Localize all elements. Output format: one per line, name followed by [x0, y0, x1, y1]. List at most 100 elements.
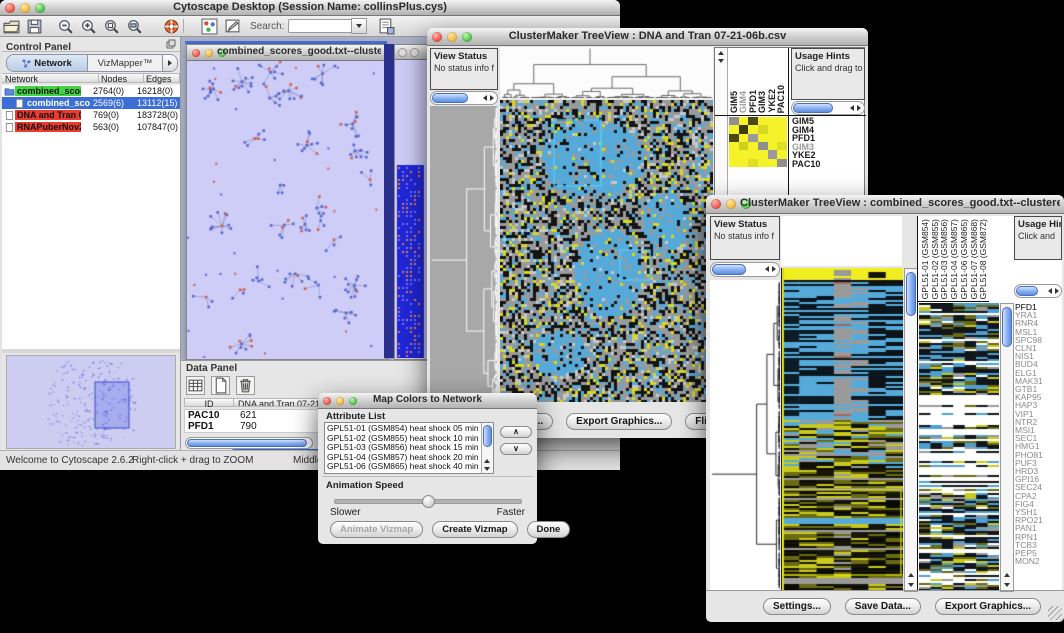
scroll-down-icon[interactable]	[718, 59, 724, 63]
panel-splitter[interactable]	[2, 349, 180, 353]
matrix-cell[interactable]	[739, 159, 749, 168]
attribute-browser-icon[interactable]	[378, 18, 395, 35]
zoom-out-icon[interactable]	[57, 18, 74, 35]
slider-thumb[interactable]	[422, 495, 435, 508]
col-header-network[interactable]: Network	[2, 73, 99, 83]
background-network-window[interactable]	[394, 44, 429, 360]
settings--button[interactable]: Settings...	[763, 598, 831, 615]
tree2-dendro-hscroll[interactable]	[710, 262, 780, 277]
tab-overflow-button[interactable]	[162, 55, 177, 71]
scroll-thumb[interactable]	[906, 272, 916, 316]
zoom-region-icon[interactable]	[103, 18, 120, 35]
tree2-row-dendrogram[interactable]	[710, 280, 780, 590]
network-row[interactable]: combined_scores2764(0)16218(0)	[2, 85, 180, 97]
scroll-up-icon[interactable]	[1004, 573, 1010, 577]
gene-label[interactable]: MON2	[1015, 557, 1061, 565]
attribute-listbox[interactable]: GPL51-01 (GSM854) heat shock 05 minGPL51…	[324, 422, 494, 474]
export-graphics--button[interactable]: Export Graphics...	[566, 413, 672, 430]
matrix-cell[interactable]	[748, 159, 758, 168]
scroll-right-icon[interactable]	[772, 266, 776, 272]
save-data--button[interactable]: Save Data...	[845, 598, 921, 615]
tab-vizmapper[interactable]: VizMapper™	[88, 55, 162, 71]
float-panel-icon[interactable]	[166, 39, 176, 49]
network-overview-panel[interactable]	[6, 355, 176, 449]
background-network-canvas[interactable]	[395, 60, 426, 358]
tree1-dendro-hscroll[interactable]	[430, 91, 498, 105]
scroll-thumb[interactable]	[793, 103, 833, 113]
tree2-genes-hscroll[interactable]	[1014, 284, 1062, 298]
scroll-thumb[interactable]	[1002, 307, 1012, 347]
tree1-row-dendrogram[interactable]	[430, 106, 497, 402]
resize-grip[interactable]	[1048, 606, 1062, 620]
scroll-right-icon[interactable]	[1055, 288, 1059, 294]
scroll-thumb[interactable]	[483, 425, 492, 447]
tree2-heatmap-vscroll[interactable]	[904, 268, 918, 592]
matrix-cell[interactable]	[777, 159, 787, 168]
zoom-fit-icon[interactable]	[126, 18, 143, 35]
trash-icon[interactable]	[236, 376, 255, 395]
network-view-titlebar[interactable]: combined_scores_good.txt--cluste...	[187, 45, 385, 61]
network-view-canvas[interactable]	[187, 61, 383, 358]
scroll-down-icon[interactable]	[1004, 583, 1010, 587]
scroll-thumb[interactable]	[712, 264, 746, 275]
column-label[interactable]: GPL51-03 (GSM856)	[939, 219, 949, 299]
create-vizmap-button[interactable]: Create Vizmap	[432, 521, 517, 538]
minimize-button[interactable]	[336, 397, 344, 405]
tree1-column-dendrogram[interactable]	[500, 47, 713, 98]
scroll-left-icon[interactable]	[1048, 288, 1052, 294]
tree1-labels-hscroll[interactable]	[791, 101, 865, 115]
dialog-titlebar[interactable]: Map Colors to Network	[318, 393, 537, 409]
close-button[interactable]	[711, 199, 721, 209]
export-graphics--button[interactable]: Export Graphics...	[935, 598, 1041, 615]
scroll-down-icon[interactable]	[484, 467, 490, 471]
data-panel-hscroll[interactable]	[185, 437, 313, 449]
close-button[interactable]	[432, 32, 442, 42]
scroll-right-icon[interactable]	[857, 105, 861, 111]
search-input[interactable]	[288, 19, 351, 33]
tree1-similarity-matrix[interactable]	[729, 117, 787, 167]
help-ring-icon[interactable]	[163, 18, 180, 35]
network-row[interactable]: RNAPuberNov2+563(0)107847(0)	[2, 121, 180, 133]
matrix-cell[interactable]	[758, 159, 768, 168]
tab-network[interactable]: Network	[7, 55, 88, 71]
move-up-button[interactable]: ∧	[500, 426, 532, 438]
vizmapper-icon[interactable]	[201, 18, 218, 35]
scroll-thumb[interactable]	[187, 439, 307, 447]
scroll-left-icon[interactable]	[850, 105, 854, 111]
minimize-button[interactable]	[20, 3, 30, 13]
attribute-list-item[interactable]: GPL51-07 (GSM868) heat shock 60 min	[327, 472, 481, 474]
new-page-icon[interactable]	[211, 376, 230, 395]
search-dropdown-button[interactable]	[351, 18, 367, 34]
close-button[interactable]	[323, 397, 331, 405]
annotation-icon[interactable]	[224, 18, 241, 35]
done-button[interactable]: Done	[527, 521, 571, 538]
scroll-thumb[interactable]	[1016, 286, 1038, 296]
minimize-button[interactable]	[726, 199, 736, 209]
open-folder-icon[interactable]	[3, 18, 20, 35]
column-label[interactable]: GPL51-08 (GSM872)	[978, 219, 988, 299]
scroll-right-icon[interactable]	[490, 95, 494, 101]
zoom-in-icon[interactable]	[80, 18, 97, 35]
scroll-up-icon[interactable]	[484, 459, 490, 463]
tree1-heatmap[interactable]	[500, 100, 713, 402]
column-label[interactable]: GIM3	[757, 91, 767, 113]
close-button[interactable]	[192, 49, 200, 57]
matrix-cell[interactable]	[729, 159, 739, 168]
scroll-thumb[interactable]	[432, 93, 468, 103]
matrix-cell[interactable]	[768, 159, 778, 168]
scroll-down-icon[interactable]	[908, 583, 914, 587]
minimize-button[interactable]	[205, 49, 213, 57]
save-icon[interactable]	[26, 18, 43, 35]
column-label[interactable]: GPL51-04 (GSM857)	[949, 219, 959, 299]
tree2-global-heatmap[interactable]	[919, 303, 999, 590]
network-overview-canvas[interactable]	[7, 356, 173, 446]
col-header-nodes[interactable]: Nodes	[99, 73, 144, 83]
column-label[interactable]: GPL51-07 (GSM868)	[969, 219, 979, 299]
network-row[interactable]: combined_sco2569(6)13112(15)	[2, 97, 180, 109]
attribute-list-vscroll[interactable]	[481, 423, 493, 473]
close-button[interactable]	[5, 3, 15, 13]
tree2-titlebar[interactable]: ClusterMaker TreeView : combined_scores_…	[706, 195, 1064, 214]
tree2-heatmap[interactable]	[781, 268, 903, 590]
col-header-edges[interactable]: Edges	[144, 73, 180, 83]
network-row[interactable]: DNA and Tran 07769(0)183728(0)	[2, 109, 180, 121]
